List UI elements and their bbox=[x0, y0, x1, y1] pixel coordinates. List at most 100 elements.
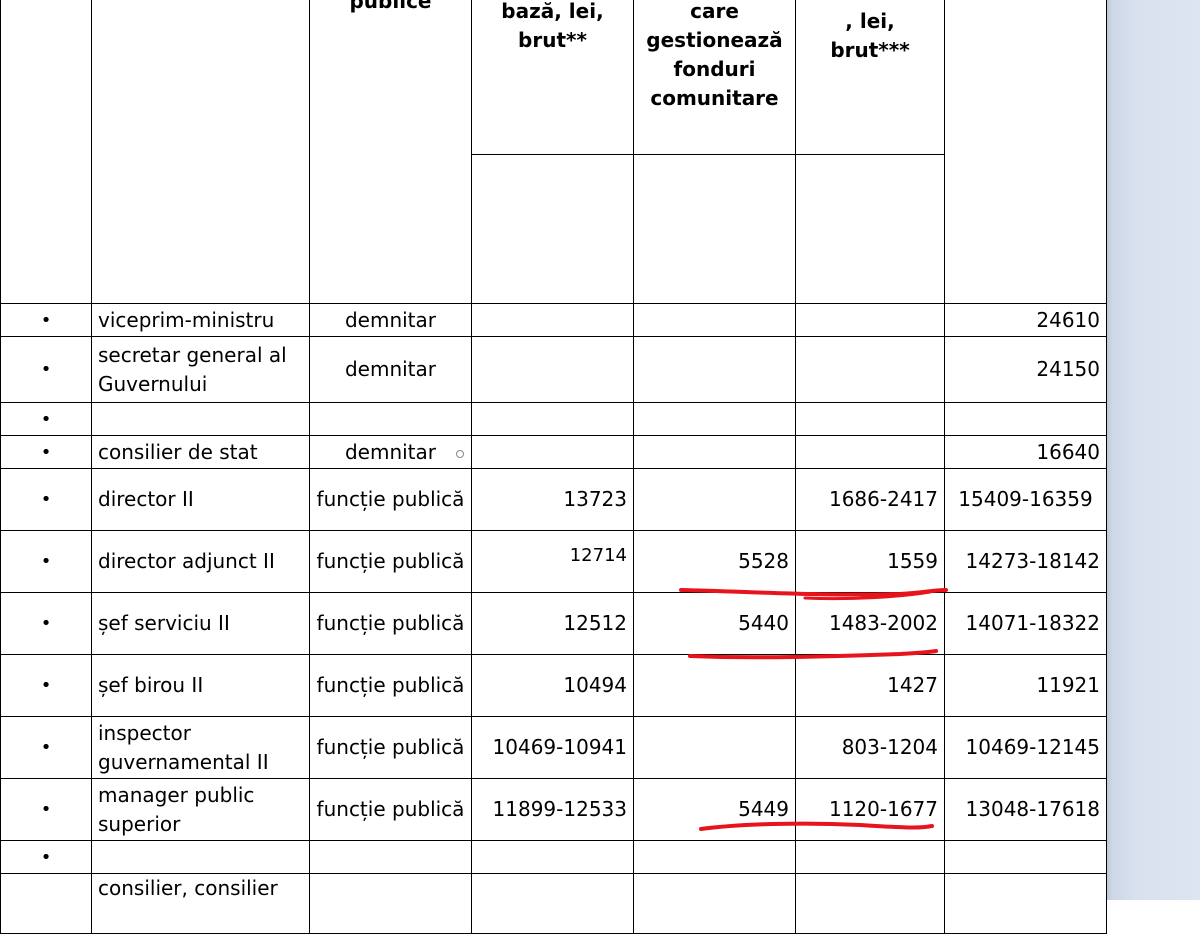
row-total: 11921 bbox=[944, 654, 1107, 717]
row-name: consilier de stat bbox=[91, 435, 310, 469]
row-bonus bbox=[795, 840, 945, 874]
row-name: consilier, consilier bbox=[91, 873, 310, 934]
table-row: • secretar general al Guvernului demnita… bbox=[0, 336, 1107, 403]
row-base bbox=[471, 336, 634, 403]
row-total: 15409-16359 bbox=[944, 468, 1107, 531]
row-total: 14273-18142 bbox=[944, 530, 1107, 593]
row-bonus bbox=[795, 336, 945, 403]
row-funds bbox=[633, 654, 796, 717]
table-row: • manager public superior funcție public… bbox=[0, 778, 1107, 841]
header-bonus-line2: brut*** bbox=[830, 38, 910, 62]
row-name: șef birou II bbox=[91, 654, 310, 717]
row-category bbox=[309, 873, 472, 934]
table-row: • director II funcție publică 13723 1686… bbox=[0, 468, 1107, 531]
row-funds bbox=[633, 840, 796, 874]
row-base: 10494 bbox=[471, 654, 634, 717]
header-sub-bonus bbox=[795, 154, 945, 304]
header-cell-base: bază, lei, brut** bbox=[471, 0, 634, 155]
row-name: inspector guvernamental II bbox=[91, 716, 310, 779]
row-bonus: 1559 bbox=[795, 530, 945, 593]
row-total bbox=[944, 402, 1107, 436]
row-base bbox=[471, 873, 634, 934]
row-bonus: 1120-1677 bbox=[795, 778, 945, 841]
header-funds-line3: fonduri bbox=[673, 57, 756, 81]
row-bullet: • bbox=[0, 716, 92, 779]
table-row: • șef birou II funcție publică 10494 142… bbox=[0, 654, 1107, 717]
row-base bbox=[471, 402, 634, 436]
row-name: viceprim-ministru bbox=[91, 303, 310, 337]
row-funds: 5440 bbox=[633, 592, 796, 655]
row-base bbox=[471, 435, 634, 469]
row-base: 11899-12533 bbox=[471, 778, 634, 841]
header-cell-bonus: , lei, brut*** bbox=[795, 0, 945, 155]
row-name: secretar general al Guvernului bbox=[91, 336, 310, 403]
table-row: • șef serviciu II funcție publică 12512 … bbox=[0, 592, 1107, 655]
window-background bbox=[1106, 0, 1200, 900]
row-category bbox=[309, 840, 472, 874]
row-base bbox=[471, 840, 634, 874]
row-bullet: • bbox=[0, 402, 92, 436]
table-row: • bbox=[0, 402, 1107, 436]
header-cell-total bbox=[944, 0, 1107, 304]
row-funds bbox=[633, 468, 796, 531]
row-bonus: 1427 bbox=[795, 654, 945, 717]
row-bullet: • bbox=[0, 468, 92, 531]
table-row: • consilier de stat demnitar 16640 bbox=[0, 435, 1107, 469]
row-category: funcție publică bbox=[309, 592, 472, 655]
row-category: funcție publică bbox=[309, 716, 472, 779]
row-total: 13048-17618 bbox=[944, 778, 1107, 841]
row-category: funcție publică bbox=[309, 530, 472, 593]
row-base: 13723 bbox=[471, 468, 634, 531]
row-bonus: 1483-2002 bbox=[795, 592, 945, 655]
row-bonus: 803-1204 bbox=[795, 716, 945, 779]
row-bullet: • bbox=[0, 530, 92, 593]
row-category: demnitar bbox=[309, 303, 472, 337]
row-category bbox=[309, 402, 472, 436]
row-total: 14071-18322 bbox=[944, 592, 1107, 655]
header-base-line1: bază, lei, bbox=[501, 0, 604, 23]
row-name bbox=[91, 402, 310, 436]
row-total: 16640 bbox=[944, 435, 1107, 469]
header-bonus-line1: , lei, bbox=[845, 9, 895, 33]
table-row: • bbox=[0, 840, 1107, 874]
row-total: 24150 bbox=[944, 336, 1107, 403]
row-bullet: • bbox=[0, 778, 92, 841]
header-cell-index bbox=[0, 0, 92, 304]
row-funds: 5528 bbox=[633, 530, 796, 593]
row-bullet: • bbox=[0, 840, 92, 874]
header-cell-category: publice bbox=[309, 0, 472, 304]
row-total bbox=[944, 873, 1107, 934]
row-funds bbox=[633, 402, 796, 436]
row-base: 12714 bbox=[471, 530, 634, 593]
row-funds bbox=[633, 716, 796, 779]
row-bonus: 1686-2417 bbox=[795, 468, 945, 531]
row-bullet: • bbox=[0, 435, 92, 469]
header-base-line2: brut** bbox=[518, 28, 587, 52]
header-cell-name bbox=[91, 0, 310, 304]
row-bonus bbox=[795, 402, 945, 436]
row-base: 12512 bbox=[471, 592, 634, 655]
row-funds bbox=[633, 435, 796, 469]
header-cell-funds: care gestionează fonduri comunitare bbox=[633, 0, 796, 155]
row-bullet: • bbox=[0, 654, 92, 717]
header-funds-line1: care bbox=[690, 0, 739, 23]
row-funds: 5449 bbox=[633, 778, 796, 841]
row-funds bbox=[633, 873, 796, 934]
row-bonus bbox=[795, 303, 945, 337]
header-sub-funds bbox=[633, 154, 796, 304]
salary-table: publice bază, lei, brut** care gestionea… bbox=[0, 0, 1107, 934]
row-category: funcție publică bbox=[309, 654, 472, 717]
header-category-text: publice bbox=[349, 0, 432, 13]
table-row: consilier, consilier bbox=[0, 873, 1107, 934]
row-category: funcție publică bbox=[309, 778, 472, 841]
anchor-marker-icon bbox=[456, 450, 464, 458]
row-bullet: • bbox=[0, 303, 92, 337]
row-bonus bbox=[795, 435, 945, 469]
row-name: director adjunct II bbox=[91, 530, 310, 593]
row-bonus bbox=[795, 873, 945, 934]
row-total bbox=[944, 840, 1107, 874]
row-funds bbox=[633, 336, 796, 403]
row-funds bbox=[633, 303, 796, 337]
row-name bbox=[91, 840, 310, 874]
row-total: 24610 bbox=[944, 303, 1107, 337]
